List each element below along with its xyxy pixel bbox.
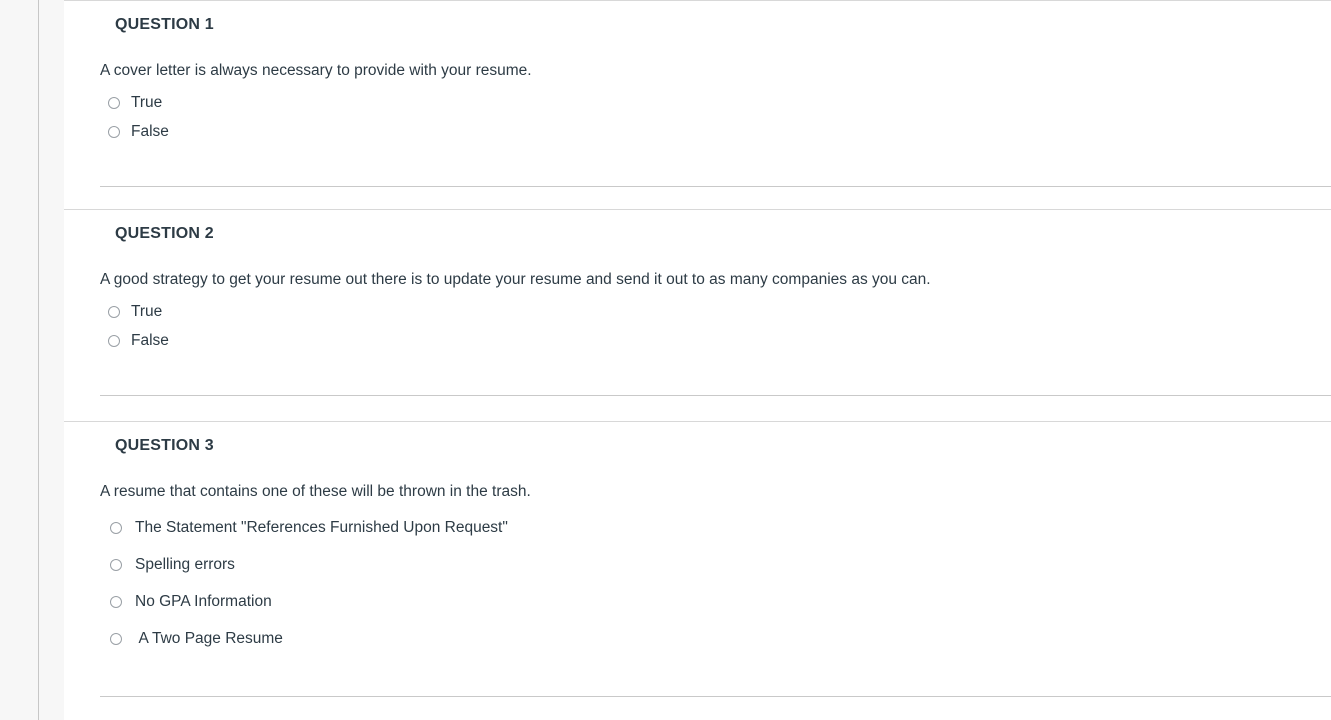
question-header-2: QUESTION 2 — [115, 225, 214, 242]
answer-label: A Two Page Resume — [135, 629, 283, 647]
answer-option-2-1[interactable]: True — [100, 297, 1331, 326]
answer-options-1: True False — [100, 88, 1331, 146]
question-body-1: A cover letter is always necessary to pr… — [64, 35, 1331, 146]
question-header-1: QUESTION 1 — [115, 16, 214, 33]
question-footer-divider-3 — [100, 696, 1331, 697]
answer-option-2-2[interactable]: False — [100, 326, 1331, 355]
question-block-2: QUESTION 2 A good strategy to get your r… — [64, 209, 1331, 421]
question-body-2: A good strategy to get your resume out t… — [64, 244, 1331, 355]
radio-button-icon[interactable] — [110, 521, 122, 534]
answer-label: True — [131, 302, 163, 320]
radio-button-icon[interactable] — [108, 125, 120, 138]
question-block-1: QUESTION 1 A cover letter is always nece… — [64, 0, 1331, 209]
question-header-3: QUESTION 3 — [115, 437, 214, 454]
radio-button-icon[interactable] — [110, 632, 122, 645]
quiz-question-list: QUESTION 1 A cover letter is always nece… — [64, 0, 1331, 720]
question-block-3: QUESTION 3 A resume that contains one of… — [64, 421, 1331, 701]
question-prompt-2: A good strategy to get your resume out t… — [100, 271, 931, 288]
answer-label: Spelling errors — [135, 555, 235, 573]
question-footer-divider-1 — [100, 186, 1331, 187]
radio-button-icon[interactable] — [108, 305, 120, 318]
answer-label: False — [131, 122, 169, 140]
radio-button-icon[interactable] — [108, 96, 120, 109]
radio-button-icon[interactable] — [110, 595, 122, 608]
answer-option-3-4[interactable]: A Two Page Resume — [100, 620, 1331, 657]
answer-option-3-2[interactable]: Spelling errors — [100, 546, 1331, 583]
radio-button-icon[interactable] — [108, 334, 120, 347]
question-body-3: A resume that contains one of these will… — [64, 456, 1331, 657]
radio-button-icon[interactable] — [110, 558, 122, 571]
answer-options-2: True False — [100, 297, 1331, 355]
question-prompt-3: A resume that contains one of these will… — [100, 483, 531, 500]
answer-label: No GPA Information — [135, 592, 272, 610]
question-prompt-1: A cover letter is always necessary to pr… — [100, 62, 532, 79]
quiz-page: QUESTION 1 A cover letter is always nece… — [0, 0, 1331, 720]
answer-label: The Statement "References Furnished Upon… — [135, 518, 508, 536]
answer-label: False — [131, 331, 169, 349]
answer-option-1-1[interactable]: True — [100, 88, 1331, 117]
answer-label: True — [131, 93, 163, 111]
left-rail-inner — [39, 0, 64, 720]
answer-option-1-2[interactable]: False — [100, 117, 1331, 146]
answer-options-3: The Statement "References Furnished Upon… — [100, 509, 1331, 657]
left-rail-outer — [0, 0, 38, 720]
answer-option-3-1[interactable]: The Statement "References Furnished Upon… — [100, 509, 1331, 546]
question-footer-divider-2 — [100, 395, 1331, 396]
answer-option-3-3[interactable]: No GPA Information — [100, 583, 1331, 620]
